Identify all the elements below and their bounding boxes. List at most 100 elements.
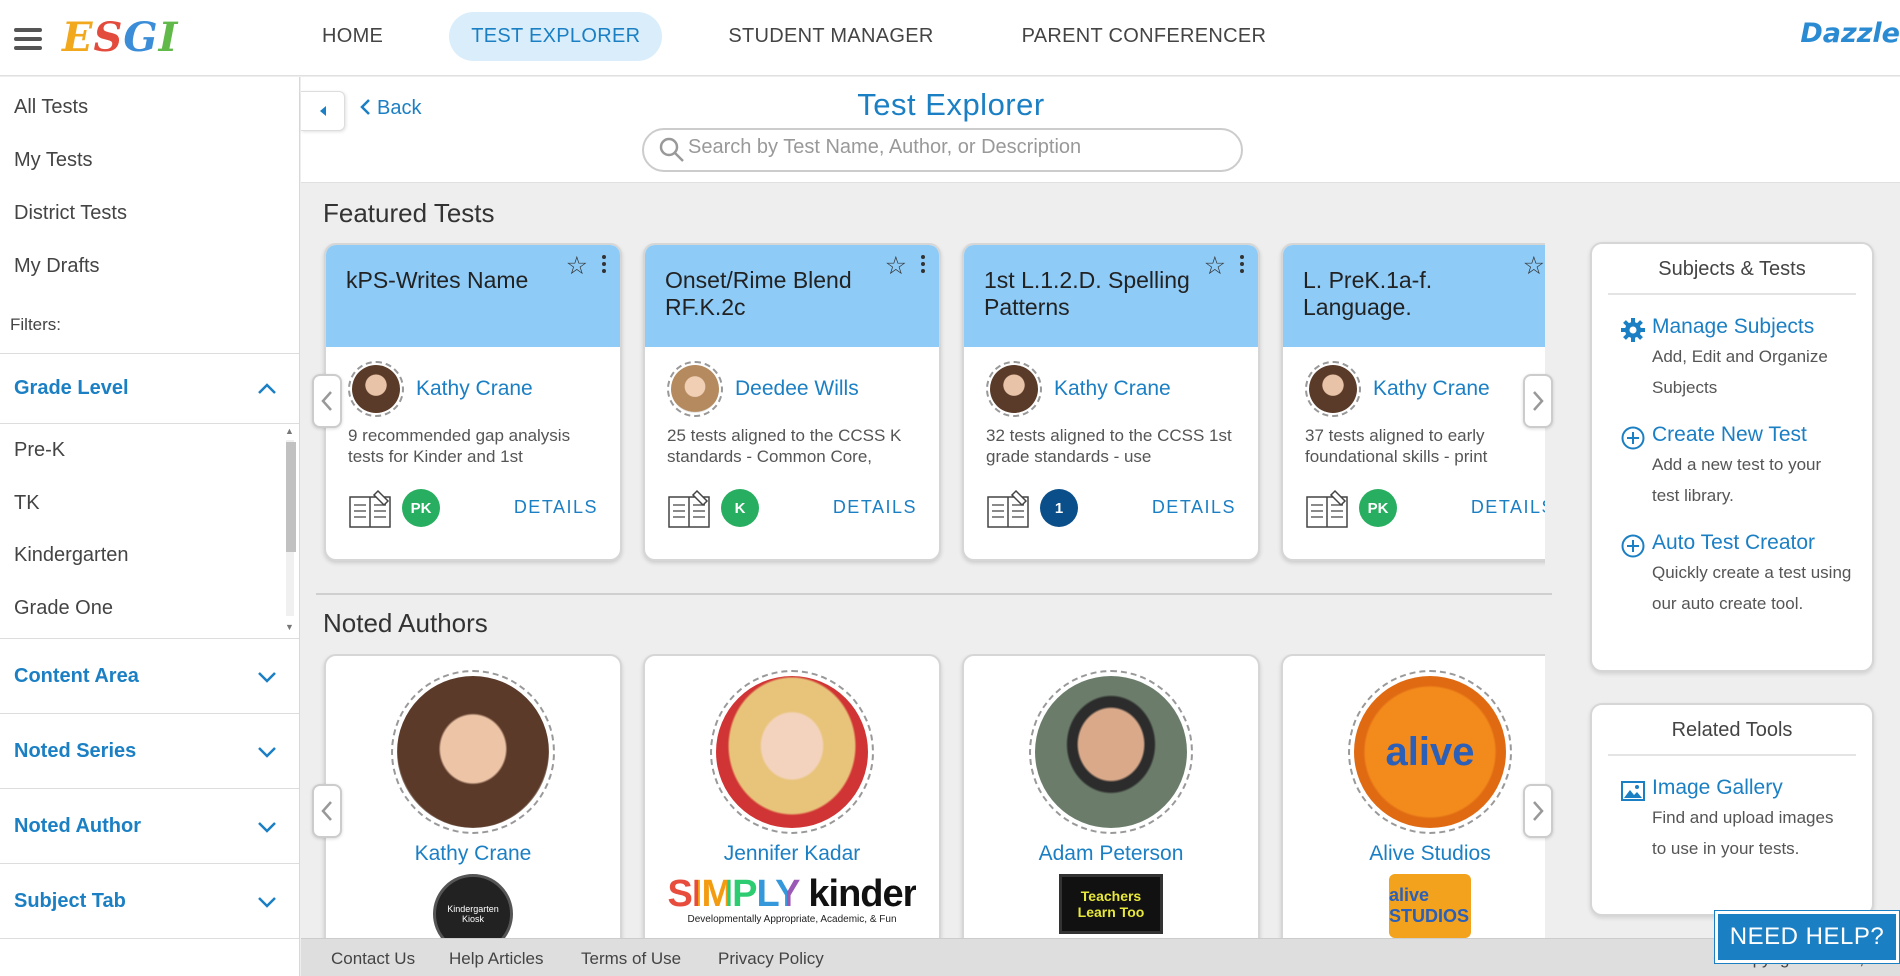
footer-terms-of-use[interactable]: Terms of Use: [581, 949, 681, 969]
page-title: Test Explorer: [857, 87, 1045, 122]
subjects-tests-panel: Subjects & Tests Manage Subjects Add, Ed…: [1590, 242, 1874, 672]
test-card-header: 1st L.1.2.D. Spelling Patterns ☆: [964, 245, 1258, 347]
test-card-author[interactable]: Kathy Crane: [1305, 361, 1490, 417]
test-card-title[interactable]: Onset/Rime Blend RF.K.2c: [665, 267, 895, 321]
grade-option-kindergarten[interactable]: Kindergarten: [0, 529, 299, 582]
test-book-icon: [1306, 489, 1348, 528]
auto-test-creator-item[interactable]: Auto Test Creator Quickly create a test …: [1592, 531, 1872, 619]
nav-home[interactable]: HOME: [300, 12, 405, 61]
plus-circle-icon: [1621, 534, 1645, 558]
image-gallery-item[interactable]: Image Gallery Find and upload images to …: [1592, 776, 1872, 864]
test-book-icon: [987, 489, 1029, 528]
test-card-author[interactable]: Kathy Crane: [348, 361, 533, 417]
scroll-thumb[interactable]: [286, 442, 296, 552]
test-card-title[interactable]: L. PreK.1a-f. Language.: [1303, 267, 1533, 321]
carousel-prev-button[interactable]: [312, 374, 342, 428]
test-card[interactable]: Onset/Rime Blend RF.K.2c ☆ Deedee Wills …: [643, 243, 941, 561]
filter-label: Noted Author: [14, 814, 142, 837]
test-card[interactable]: 1st L.1.2.D. Spelling Patterns ☆ Kathy C…: [962, 243, 1260, 561]
grade-level-options: Pre-K TK Kindergarten Grade One ▲ ▼: [0, 424, 299, 639]
dazzle-logo[interactable]: Dazzle: [1800, 18, 1900, 49]
author-name[interactable]: Jennifer Kadar: [645, 842, 939, 866]
author-photo: [710, 670, 874, 834]
chevron-left-icon: [321, 801, 332, 821]
filter-noted-series[interactable]: Noted Series: [0, 714, 299, 789]
nav-student-manager[interactable]: STUDENT MANAGER: [706, 12, 955, 61]
details-button[interactable]: DETAILS: [1471, 497, 1545, 518]
grade-option-grade-one[interactable]: Grade One: [0, 582, 299, 635]
filter-label: Content Area: [14, 664, 139, 687]
author-logo-text: alive STUDIOS: [1389, 885, 1470, 926]
avatar: [986, 361, 1042, 417]
search-box[interactable]: [642, 128, 1243, 172]
filter-noted-author[interactable]: Noted Author: [0, 789, 299, 864]
more-options-icon[interactable]: [1240, 255, 1244, 276]
need-help-button[interactable]: NEED HELP?: [1715, 911, 1899, 963]
favorite-star-icon[interactable]: ☆: [1523, 251, 1545, 281]
more-options-icon[interactable]: [602, 255, 606, 276]
author-name[interactable]: Kathy Crane: [416, 377, 533, 401]
scroll-down-arrow-icon[interactable]: ▼: [285, 622, 294, 632]
footer-privacy-policy[interactable]: Privacy Policy: [718, 949, 824, 969]
test-book-icon: [349, 489, 391, 528]
test-card-title[interactable]: kPS-Writes Name: [346, 267, 576, 294]
item-title[interactable]: Image Gallery: [1652, 776, 1872, 800]
author-card[interactable]: Adam Peterson Teachers Learn Too: [962, 654, 1260, 938]
test-card[interactable]: L. PreK.1a-f. Language. ☆ Kathy Crane 37…: [1281, 243, 1545, 561]
sidebar-item-my-tests[interactable]: My Tests: [0, 134, 299, 187]
test-card-author[interactable]: Kathy Crane: [986, 361, 1171, 417]
author-logo-text: Teachers Learn Too: [1077, 888, 1145, 920]
sidebar: All Tests My Tests District Tests My Dra…: [0, 77, 300, 976]
manage-subjects-item[interactable]: Manage Subjects Add, Edit and Organize S…: [1592, 315, 1872, 403]
featured-tests-carousel: kPS-Writes Name ☆ Kathy Crane 9 recommen…: [320, 243, 1545, 567]
favorite-star-icon[interactable]: ☆: [885, 251, 907, 281]
grade-option-pre-k[interactable]: Pre-K: [0, 424, 299, 477]
grade-option-tk[interactable]: TK: [0, 477, 299, 530]
author-card[interactable]: Kathy Crane Kindergarten Kiosk: [324, 654, 622, 938]
sidebar-item-my-drafts[interactable]: My Drafts: [0, 240, 299, 293]
filter-subject-tab[interactable]: Subject Tab: [0, 864, 299, 939]
author-name[interactable]: Adam Peterson: [964, 842, 1258, 866]
test-card-author[interactable]: Deedee Wills: [667, 361, 859, 417]
author-name[interactable]: Deedee Wills: [735, 377, 859, 401]
item-title[interactable]: Auto Test Creator: [1652, 531, 1872, 555]
filter-grade-level[interactable]: Grade Level: [0, 354, 299, 424]
favorite-star-icon[interactable]: ☆: [566, 251, 588, 281]
more-options-icon[interactable]: [921, 255, 925, 276]
filter-content-area[interactable]: Content Area: [0, 639, 299, 714]
create-new-test-item[interactable]: Create New Test Add a new test to your t…: [1592, 423, 1872, 511]
author-name[interactable]: Kathy Crane: [326, 842, 620, 866]
author-card[interactable]: alive Alive Studios alive STUDIOS: [1281, 654, 1545, 938]
test-book-icon: [668, 489, 710, 528]
details-button[interactable]: DETAILS: [514, 497, 598, 518]
test-card[interactable]: kPS-Writes Name ☆ Kathy Crane 9 recommen…: [324, 243, 622, 561]
details-button[interactable]: DETAILS: [1152, 497, 1236, 518]
hamburger-menu-icon[interactable]: [14, 28, 42, 50]
item-title[interactable]: Create New Test: [1652, 423, 1872, 447]
scroll-up-arrow-icon[interactable]: ▲: [285, 426, 294, 436]
test-card-description: 37 tests aligned to early foundational s…: [1305, 426, 1488, 466]
sidebar-item-all-tests[interactable]: All Tests: [0, 81, 299, 134]
author-logo: Teachers Learn Too: [964, 874, 1258, 934]
favorite-star-icon[interactable]: ☆: [1204, 251, 1226, 281]
carousel-next-button[interactable]: [1523, 374, 1553, 428]
test-card-title[interactable]: 1st L.1.2.D. Spelling Patterns: [984, 267, 1214, 321]
esgi-logo[interactable]: ESGI: [62, 14, 178, 61]
item-title[interactable]: Manage Subjects: [1652, 315, 1872, 339]
section-divider: [316, 593, 1552, 595]
footer: Contact Us Help Articles Terms of Use Pr…: [301, 938, 1900, 976]
footer-help-articles[interactable]: Help Articles: [449, 949, 543, 969]
authors-prev-button[interactable]: [312, 784, 342, 838]
authors-next-button[interactable]: [1523, 784, 1553, 838]
details-button[interactable]: DETAILS: [833, 497, 917, 518]
author-name[interactable]: Kathy Crane: [1373, 377, 1490, 401]
author-name[interactable]: Alive Studios: [1283, 842, 1545, 866]
search-input[interactable]: [688, 136, 1228, 159]
nav-parent-conferencer[interactable]: PARENT CONFERENCER: [1000, 12, 1289, 61]
grade-list-scrollbar[interactable]: ▲ ▼: [283, 426, 296, 632]
sidebar-item-district-tests[interactable]: District Tests: [0, 187, 299, 240]
footer-contact-us[interactable]: Contact Us: [331, 949, 415, 969]
author-card[interactable]: Jennifer Kadar SIMPLY kinder Development…: [643, 654, 941, 938]
nav-test-explorer[interactable]: TEST EXPLORER: [449, 12, 663, 61]
author-name[interactable]: Kathy Crane: [1054, 377, 1171, 401]
